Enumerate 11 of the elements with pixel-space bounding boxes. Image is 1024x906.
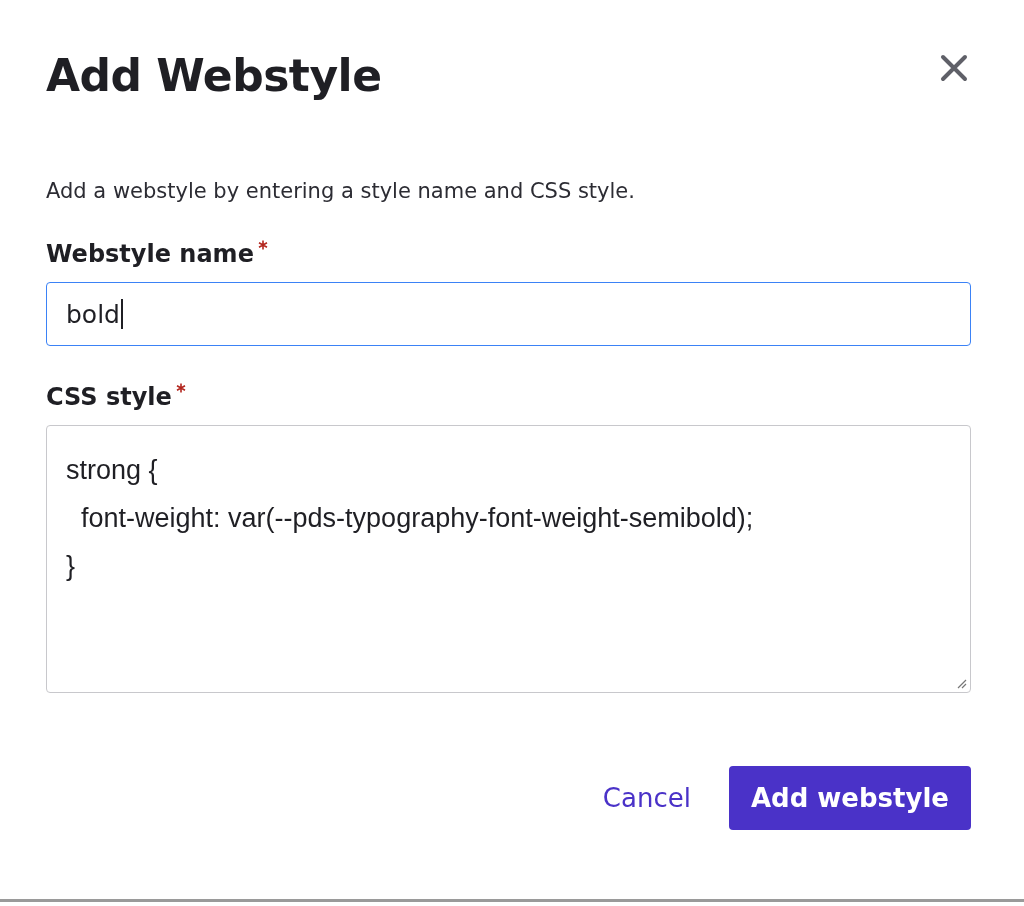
resize-handle-icon[interactable] <box>955 677 967 689</box>
dialog-description: Add a webstyle by entering a style name and CSS style. <box>46 179 636 203</box>
close-button[interactable] <box>940 54 968 82</box>
text-area[interactable]: strong { font-weight: var(--pds-typography-font-weight-semibold); } <box>46 425 971 693</box>
close-icon <box>940 54 968 82</box>
dialog-title: Add Webstyle <box>46 50 382 101</box>
input-field[interactable]: bold <box>46 282 971 346</box>
add-button[interactable]: Add webstyle <box>728 766 971 830</box>
field-label: CSS style <box>46 383 172 411</box>
field-label: Webstyle name <box>46 240 254 268</box>
cancel-link[interactable]: Cancel <box>602 783 691 813</box>
